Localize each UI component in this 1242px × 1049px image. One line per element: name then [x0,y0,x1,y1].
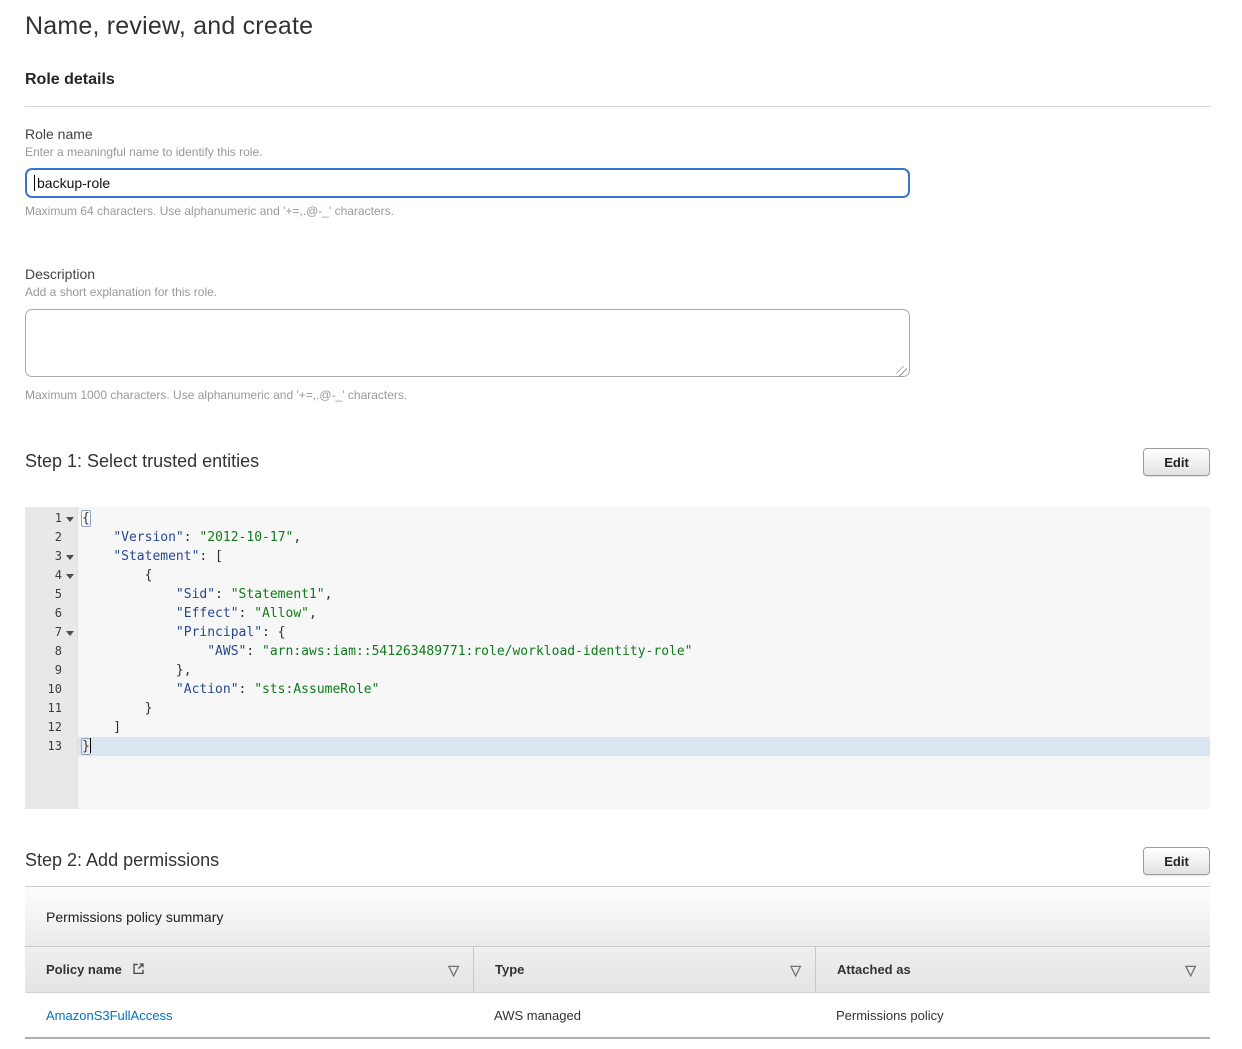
editor-code-line[interactable]: "Sid": "Statement1", [78,585,1210,604]
policy-name-cell: AmazonS3FullAccess [25,993,473,1037]
editor-caret [90,738,91,753]
permissions-table-header: Policy name ▽ Type ▽ Attached as ▽ [25,947,1210,993]
editor-code-line[interactable]: "Principal": { [78,623,1210,642]
editor-code-line[interactable]: ] [78,718,1210,737]
external-link-icon [132,962,145,978]
step1-heading: Step 1: Select trusted entities [25,448,259,472]
description-label: Description [25,266,1210,282]
editor-line-number: 2 [25,528,77,547]
column-header-label: Type [495,962,524,977]
table-row: AmazonS3FullAccess AWS managedPermissions… [25,993,1210,1039]
description-constraint: Maximum 1000 characters. Use alphanumeri… [25,388,1210,402]
role-details-heading: Role details [25,71,1210,89]
filter-dropdown-icon[interactable]: ▽ [446,961,461,979]
editor-line-number: 13 [25,737,77,756]
page-title: Name, review, and create [25,12,1210,41]
permissions-panel-title: Permissions policy summary [25,887,1210,947]
editor-code-line[interactable]: { [78,509,1210,528]
column-header-policy-name: Policy name ▽ [25,947,473,992]
column-header-label: Policy name [46,962,122,977]
fold-toggle-icon[interactable] [65,552,75,562]
permissions-table-body: AmazonS3FullAccess AWS managedPermissions… [25,993,1210,1039]
description-field-wrap [25,309,910,382]
filter-dropdown-icon[interactable]: ▽ [788,961,803,979]
page-content: Name, review, and create Role details Ro… [25,12,1210,1039]
editor-gutter: 12345678910111213 [25,507,78,809]
editor-line-number: 5 [25,585,77,604]
table-cell: AWS managed [473,993,815,1037]
step1-header-row: Step 1: Select trusted entities Edit [25,448,1210,476]
permissions-table: Policy name ▽ Type ▽ Attached as ▽ AmazonS3Fu… [25,947,1210,1039]
table-cell: Permissions policy [815,993,1210,1037]
step2-edit-button[interactable]: Edit [1143,847,1210,875]
editor-line-number: 7 [25,623,77,642]
editor-code-line[interactable]: "AWS": "arn:aws:iam::541263489771:role/w… [78,642,1210,661]
editor-line-number: 3 [25,547,77,566]
editor-line-number: 10 [25,680,77,699]
editor-line-number: 11 [25,699,77,718]
section-divider [25,106,1210,107]
column-header-attached-as: Attached as ▽ [815,947,1210,992]
policy-name-link[interactable]: AmazonS3FullAccess [46,1008,172,1023]
trust-policy-editor[interactable]: 12345678910111213 { "Version": "2012-10-… [25,507,1210,809]
editor-line-number: 9 [25,661,77,680]
fold-toggle-icon[interactable] [65,514,75,524]
role-name-hint: Enter a meaningful name to identify this… [25,145,1210,159]
editor-code-line[interactable]: } [78,699,1210,718]
role-name-field-wrap [25,168,910,198]
filter-dropdown-icon[interactable]: ▽ [1183,961,1198,979]
editor-line-number: 8 [25,642,77,661]
permissions-panel: Permissions policy summary Policy name▽T… [25,886,1210,1039]
editor-code-line[interactable]: } [78,737,1210,756]
description-textarea[interactable] [25,309,910,377]
editor-code-line[interactable]: "Statement": [ [78,547,1210,566]
resize-handle-icon[interactable] [896,366,907,377]
editor-line-number: 12 [25,718,77,737]
editor-code-line[interactable]: "Version": "2012-10-17", [78,528,1210,547]
fold-toggle-icon[interactable] [65,628,75,638]
editor-line-number: 4 [25,566,77,585]
role-name-label: Role name [25,126,1210,142]
editor-code-line[interactable]: { [78,566,1210,585]
editor-code-line[interactable]: }, [78,661,1210,680]
editor-line-number: 1 [25,509,77,528]
step2-header-row: Step 2: Add permissions Edit [25,847,1210,875]
role-name-constraint: Maximum 64 characters. Use alphanumeric … [25,204,1210,218]
text-caret [34,175,35,191]
editor-code-line[interactable]: "Action": "sts:AssumeRole" [78,680,1210,699]
description-hint: Add a short explanation for this role. [25,285,1210,299]
editor-code-line[interactable]: "Effect": "Allow", [78,604,1210,623]
fold-toggle-icon[interactable] [65,571,75,581]
step2-heading: Step 2: Add permissions [25,847,219,871]
column-header-type: Type ▽ [473,947,815,992]
step1-edit-button[interactable]: Edit [1143,448,1210,476]
role-name-input[interactable] [25,168,910,198]
editor-line-number: 6 [25,604,77,623]
editor-code[interactable]: { "Version": "2012-10-17", "Statement": … [78,507,1210,809]
column-header-label: Attached as [837,962,911,977]
